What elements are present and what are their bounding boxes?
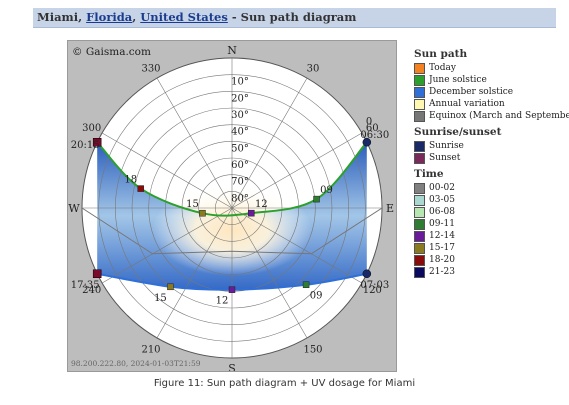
- azimuth-label: 330: [141, 64, 160, 75]
- legend-label: 21-23: [429, 267, 455, 277]
- title-bar: Miami, Florida, United States - Sun path…: [33, 8, 556, 28]
- azimuth-label: 30: [307, 64, 320, 75]
- legend-swatch: [414, 98, 425, 110]
- legend-item: 15-17: [414, 242, 564, 254]
- legend-item: 09-11: [414, 218, 564, 230]
- legend-item: 12-14: [414, 230, 564, 242]
- page-title: Miami, Florida, United States - Sun path…: [37, 10, 357, 24]
- june-hour-label: 15: [186, 199, 199, 210]
- legend-item: December solstice: [414, 86, 564, 98]
- timestamp-text: 98.200.222.80, 2024-01-03T21:59: [71, 359, 201, 368]
- legend-label: 15-17: [429, 243, 455, 253]
- legend-label: December solstice: [429, 87, 514, 97]
- altitude-label: 50°: [231, 143, 249, 154]
- legend-heading-sunrise-sunset: Sunrise/sunset: [414, 126, 502, 138]
- altitude-label: 70°: [231, 177, 249, 188]
- legend-item: Today: [414, 62, 564, 74]
- legend-swatch: [414, 206, 425, 218]
- legend-swatch: [414, 266, 425, 278]
- legend: Sun path Today June solstice December solst…: [414, 44, 569, 278]
- legend-label: 06-08: [429, 207, 455, 217]
- city-name: Miami: [37, 10, 79, 24]
- legend-item: 21-23: [414, 266, 564, 278]
- june-hour-label: 09: [320, 185, 333, 196]
- azimuth-label: 240: [82, 285, 101, 296]
- legend-heading-sun-path: Sun path: [414, 48, 468, 60]
- june-hour-marker: [137, 185, 144, 192]
- legend-swatch: [414, 86, 425, 98]
- legend-item: Equinox (March and September): [414, 110, 569, 122]
- figure-caption: Figure 11: Sun path diagram + UV dosage …: [153, 378, 416, 389]
- legend-label: 18-20: [429, 255, 455, 265]
- legend-swatch: [414, 194, 425, 206]
- altitude-label: 80°: [231, 193, 249, 204]
- legend-swatch: [414, 110, 425, 122]
- december-sunset-marker: [92, 269, 102, 279]
- legend-swatch: [414, 254, 425, 266]
- altitude-label: 40°: [231, 127, 249, 138]
- june-hour-marker: [313, 195, 320, 203]
- compass-east: E: [386, 202, 394, 215]
- compass-west: W: [68, 202, 80, 215]
- legend-swatch: [414, 242, 425, 254]
- sun-path-svg: 0912151806:3020:1509121507:0317:35010°20…: [68, 44, 394, 371]
- legend-heading-time: Time: [414, 168, 444, 180]
- legend-label: June solstice: [429, 75, 487, 85]
- june-hour-marker: [248, 209, 255, 217]
- june-hour-label: 18: [124, 175, 137, 186]
- altitude-label: 10°: [231, 77, 249, 88]
- altitude-label: 60°: [231, 160, 249, 171]
- altitude-label: 20°: [231, 93, 249, 104]
- legend-item: Sunset: [414, 152, 564, 164]
- december-hour-label: 12: [216, 296, 229, 307]
- legend-swatch: [414, 218, 425, 230]
- legend-label: 03-05: [429, 195, 455, 205]
- december-hour-label: 15: [154, 293, 167, 304]
- legend-swatch: [414, 62, 425, 74]
- legend-label: 00-02: [429, 183, 455, 193]
- december-hour-marker: [167, 283, 174, 291]
- legend-label: Annual variation: [429, 99, 505, 109]
- legend-item: 06-08: [414, 206, 564, 218]
- title-suffix: - Sun path diagram: [227, 10, 357, 24]
- altitude-label: 30°: [231, 110, 249, 121]
- legend-label: Equinox (March and September): [429, 111, 569, 121]
- legend-swatch: [414, 74, 425, 86]
- legend-swatch: [414, 140, 425, 152]
- compass-south: S: [228, 362, 236, 371]
- december-hour-marker: [302, 281, 310, 288]
- azimuth-label: 300: [82, 123, 101, 134]
- legend-label: 12-14: [429, 231, 455, 241]
- legend-swatch: [414, 182, 425, 194]
- compass-north: N: [227, 44, 237, 57]
- azimuth-label: 210: [141, 344, 160, 355]
- legend-label: Sunset: [429, 153, 461, 163]
- december-hour-marker: [228, 286, 236, 293]
- region-link[interactable]: Florida: [86, 10, 132, 24]
- azimuth-label: 150: [303, 344, 322, 355]
- legend-label: Today: [429, 63, 456, 73]
- legend-item: 18-20: [414, 254, 564, 266]
- azimuth-label: 120: [363, 285, 382, 296]
- june-hour-marker: [199, 209, 206, 217]
- legend-swatch: [414, 230, 425, 242]
- june-hour-label: 12: [255, 199, 268, 210]
- legend-item: June solstice: [414, 74, 564, 86]
- legend-item: 00-02: [414, 182, 564, 194]
- legend-item: Annual variation: [414, 98, 564, 110]
- december-hour-label: 09: [310, 291, 323, 302]
- legend-item: 03-05: [414, 194, 564, 206]
- legend-item: Sunrise: [414, 140, 564, 152]
- azimuth-label: 60: [366, 123, 379, 134]
- december-sunrise-marker: [362, 269, 372, 279]
- copyright-text: © Gaisma.com: [72, 46, 151, 58]
- june-sunset-label: 20:15: [71, 140, 100, 151]
- sun-path-chart: 09 12 15 18 06:30 20:15 09 12 15 07:03 17:35 0 10° 20…: [67, 40, 397, 372]
- country-link[interactable]: United States: [140, 10, 228, 24]
- legend-label: Sunrise: [429, 141, 464, 151]
- legend-swatch: [414, 152, 425, 164]
- legend-label: 09-11: [429, 219, 455, 229]
